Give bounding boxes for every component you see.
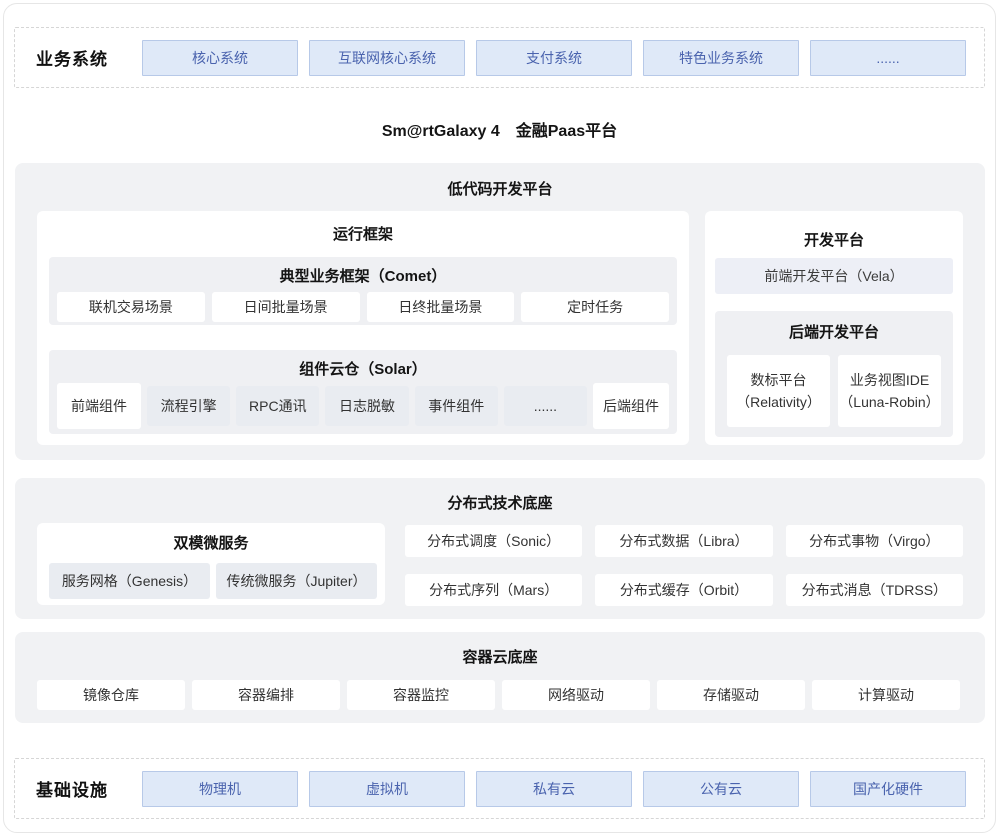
business-view-ide-luna-robin: 业务视图IDE （Luna-Robin） <box>838 355 941 427</box>
infra-physical-machine: 物理机 <box>142 771 298 807</box>
comet-item-intraday-batch: 日间批量场景 <box>212 292 360 322</box>
infrastructure-row: 基础设施 物理机 虚拟机 私有云 公有云 国产化硬件 <box>14 758 985 819</box>
solar-item-frontend-components: 前端组件 <box>57 383 141 429</box>
business-system-core: 核心系统 <box>142 40 298 76</box>
low-code-platform-section: 低代码开发平台 运行框架 典型业务框架（Comet） 联机交易场景 日间批量场景… <box>15 163 985 460</box>
container-cloud-base-title: 容器云底座 <box>15 632 985 667</box>
comet-item-scheduled-task: 定时任务 <box>521 292 669 322</box>
container-orchestration: 容器编排 <box>192 680 340 710</box>
distributed-base-title: 分布式技术底座 <box>15 478 985 513</box>
distributed-transaction-virgo: 分布式事物（Virgo） <box>786 525 963 557</box>
distributed-message-tdrss: 分布式消息（TDRSS） <box>786 574 963 606</box>
infra-domestic-hardware: 国产化硬件 <box>810 771 966 807</box>
backend-dev-platform-section: 后端开发平台 数标平台 （Relativity） 业务视图IDE （Luna-R… <box>715 311 953 437</box>
service-mesh-genesis: 服务网格（Genesis） <box>49 563 210 599</box>
distributed-base-section: 分布式技术底座 双模微服务 服务网格（Genesis） 传统微服务（Jupite… <box>15 478 985 619</box>
business-system-more: ...... <box>810 40 966 76</box>
runtime-framework-box: 运行框架 典型业务框架（Comet） 联机交易场景 日间批量场景 日终批量场景 … <box>37 211 689 445</box>
infrastructure-label: 基础设施 <box>36 776 131 801</box>
solar-item-process-engine: 流程引擎 <box>147 386 230 426</box>
comet-item-eod-batch: 日终批量场景 <box>367 292 515 322</box>
image-registry: 镜像仓库 <box>37 680 185 710</box>
traditional-microservice-jupiter: 传统微服务（Jupiter） <box>216 563 377 599</box>
comet-title: 典型业务框架（Comet） <box>49 257 677 286</box>
be-card-line2: （Relativity） <box>736 391 821 413</box>
data-standard-platform-relativity: 数标平台 （Relativity） <box>727 355 830 427</box>
dev-platform-box: 开发平台 前端开发平台（Vela） 后端开发平台 数标平台 （Relativit… <box>705 211 963 445</box>
infra-public-cloud: 公有云 <box>643 771 799 807</box>
network-driver: 网络驱动 <box>502 680 650 710</box>
infra-virtual-machine: 虚拟机 <box>309 771 465 807</box>
low-code-platform-title: 低代码开发平台 <box>15 163 985 199</box>
dual-mode-items-row: 服务网格（Genesis） 传统微服务（Jupiter） <box>49 563 377 599</box>
container-cloud-base-section: 容器云底座 镜像仓库 容器编排 容器监控 网络驱动 存储驱动 计算驱动 <box>15 632 985 723</box>
comet-item-online-trade: 联机交易场景 <box>57 292 205 322</box>
infra-private-cloud: 私有云 <box>476 771 632 807</box>
be-card-line2: （Luna-Robin） <box>839 391 939 413</box>
comet-items-row: 联机交易场景 日间批量场景 日终批量场景 定时任务 <box>57 292 669 322</box>
runtime-framework-title: 运行框架 <box>37 211 689 244</box>
solar-section: 组件云仓（Solar） 前端组件 流程引擎 RPC通讯 日志脱敏 事件组件 ..… <box>49 350 677 434</box>
distributed-grid: 分布式调度（Sonic） 分布式数据（Libra） 分布式事物（Virgo） 分… <box>405 525 963 606</box>
container-base-items-row: 镜像仓库 容器编排 容器监控 网络驱动 存储驱动 计算驱动 <box>37 680 960 710</box>
be-card-line1: 数标平台 <box>751 369 807 391</box>
business-systems-row: 业务系统 核心系统 互联网核心系统 支付系统 特色业务系统 ...... <box>14 27 985 88</box>
solar-item-backend-components: 后端组件 <box>593 383 669 429</box>
business-system-internet-core: 互联网核心系统 <box>309 40 465 76</box>
distributed-data-libra: 分布式数据（Libra） <box>595 525 772 557</box>
business-system-payment: 支付系统 <box>476 40 632 76</box>
frontend-dev-platform-vela: 前端开发平台（Vela） <box>715 258 953 294</box>
dual-mode-microservice-box: 双模微服务 服务网格（Genesis） 传统微服务（Jupiter） <box>37 523 385 605</box>
business-system-special: 特色业务系统 <box>643 40 799 76</box>
solar-item-more: ...... <box>504 386 587 426</box>
comet-section: 典型业务框架（Comet） 联机交易场景 日间批量场景 日终批量场景 定时任务 <box>49 257 677 325</box>
solar-item-rpc: RPC通讯 <box>236 386 319 426</box>
page-title: Sm@rtGalaxy 4 金融Paas平台 <box>0 117 999 141</box>
solar-item-event-components: 事件组件 <box>415 386 498 426</box>
be-card-line1: 业务视图IDE <box>850 369 929 391</box>
storage-driver: 存储驱动 <box>657 680 805 710</box>
distributed-sequence-mars: 分布式序列（Mars） <box>405 574 582 606</box>
backend-dev-items-row: 数标平台 （Relativity） 业务视图IDE （Luna-Robin） <box>727 355 941 427</box>
distributed-scheduling-sonic: 分布式调度（Sonic） <box>405 525 582 557</box>
compute-driver: 计算驱动 <box>812 680 960 710</box>
distributed-cache-orbit: 分布式缓存（Orbit） <box>595 574 772 606</box>
dev-platform-title: 开发平台 <box>705 211 963 250</box>
business-systems-label: 业务系统 <box>36 45 131 70</box>
dual-mode-title: 双模微服务 <box>37 523 385 553</box>
container-monitoring: 容器监控 <box>347 680 495 710</box>
solar-items-row: 前端组件 流程引擎 RPC通讯 日志脱敏 事件组件 ...... 后端组件 <box>57 383 669 429</box>
solar-title: 组件云仓（Solar） <box>49 350 677 379</box>
solar-item-log-masking: 日志脱敏 <box>325 386 408 426</box>
backend-dev-platform-title: 后端开发平台 <box>715 311 953 342</box>
